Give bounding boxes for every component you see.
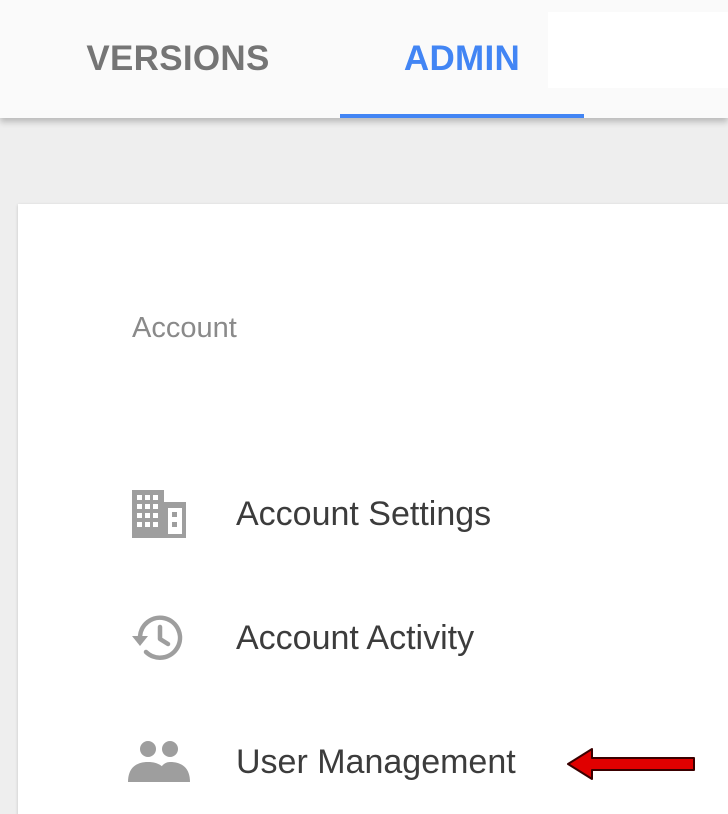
user-management-label: User Management [236, 742, 516, 781]
account-settings-label: Account Settings [236, 494, 492, 533]
building-icon [128, 483, 190, 545]
tab-admin-label: ADMIN [403, 39, 521, 78]
history-icon [128, 607, 190, 669]
tab-bar-blank-area [548, 12, 728, 88]
page: VERSIONS ADMIN Account Account Settings … [0, 0, 728, 814]
active-tab-indicator [340, 114, 584, 118]
account-activity-item[interactable]: Account Activity [128, 598, 688, 678]
account-card: Account Account Settings Account Activit… [18, 204, 728, 814]
tab-bar: VERSIONS ADMIN [0, 0, 728, 118]
tab-versions-label: VERSIONS [86, 39, 270, 78]
tab-versions[interactable]: VERSIONS [72, 0, 284, 118]
users-icon [128, 731, 190, 793]
red-arrow-annotation-icon [567, 748, 695, 780]
account-section-title: Account [132, 312, 237, 344]
account-activity-label: Account Activity [236, 618, 475, 657]
account-settings-item[interactable]: Account Settings [128, 474, 688, 554]
